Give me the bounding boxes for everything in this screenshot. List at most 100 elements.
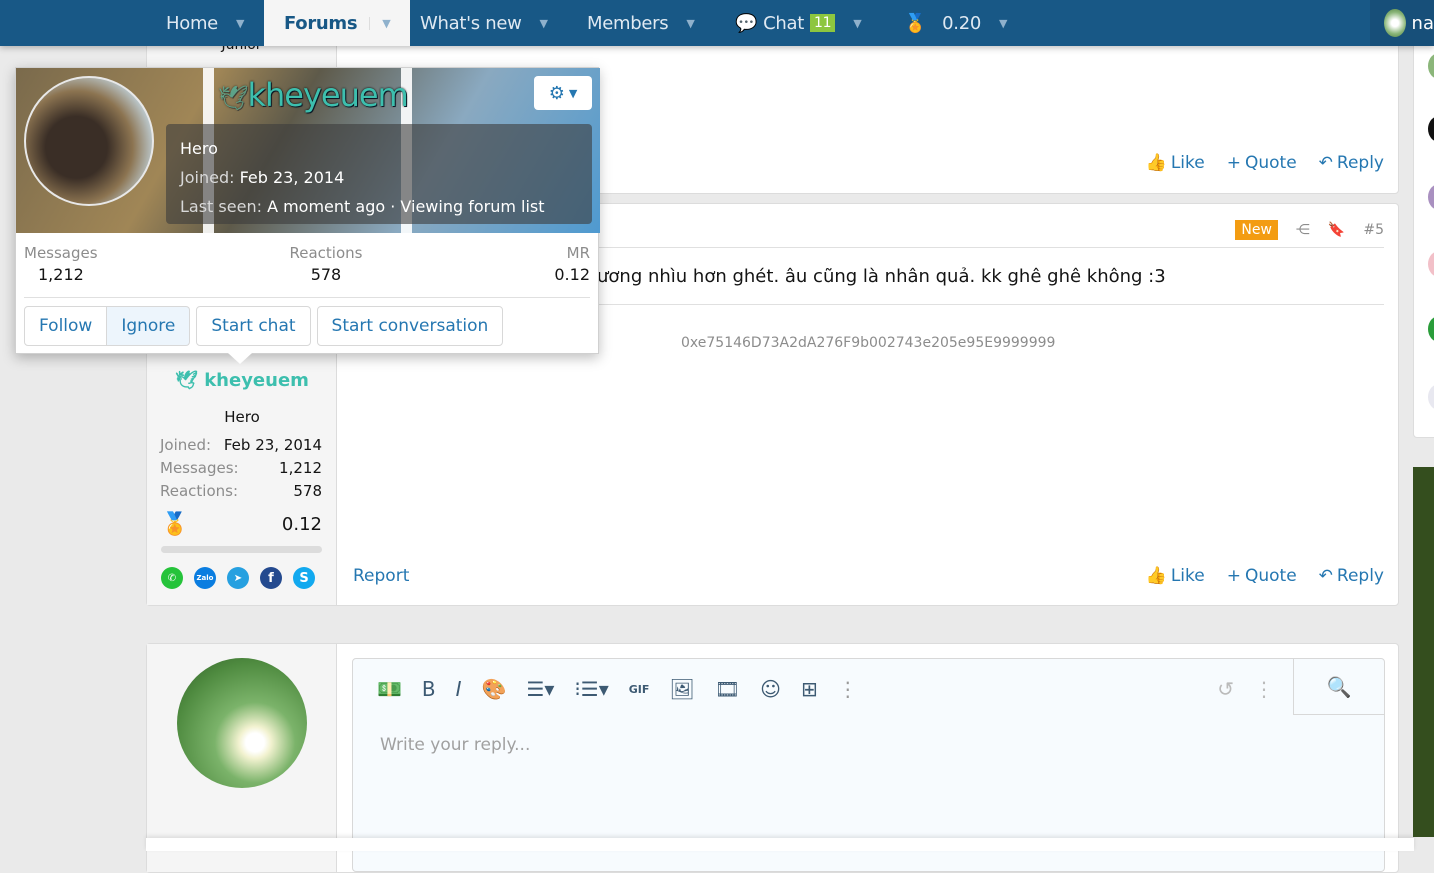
telegram-icon[interactable]: ➤ (227, 567, 249, 589)
nav-balance[interactable]: 🏅 0.20 ▼ (904, 0, 1007, 46)
chevron-down-icon[interactable]: ▼ (853, 17, 861, 30)
post-actions: 👍 Like + Quote ↶ Reply (1146, 153, 1384, 173)
nav-whats-new-label: What's new (420, 12, 522, 34)
gear-icon: ⚙ (548, 82, 565, 104)
chevron-down-icon[interactable]: ▼ (540, 17, 548, 30)
like-button[interactable]: 👍 Like (1146, 566, 1205, 586)
more-options-icon[interactable]: ⋮ (838, 677, 858, 701)
chevron-down-icon[interactable]: ▼ (369, 16, 391, 30)
like-label: Like (1170, 566, 1205, 586)
reactions-value: 578 (310, 265, 342, 284)
plus-icon: + (1226, 153, 1241, 173)
settings-menu-button[interactable]: ⚙ ▼ (534, 76, 592, 110)
mr-value: 0.12 (554, 265, 590, 284)
phone-icon[interactable]: ✆ (161, 567, 183, 589)
quote-button[interactable]: + Quote (1227, 566, 1297, 586)
chevron-down-icon[interactable]: ▼ (236, 17, 244, 30)
social-icons: ✆ Zalo ➤ f S (161, 567, 315, 589)
account-menu[interactable]: na (1370, 0, 1434, 46)
messages-label: Messages (24, 244, 98, 262)
sidebar-ad (1413, 467, 1434, 837)
last-seen-value: A moment ago · Viewing forum list (267, 197, 545, 216)
messages-value: 1,212 (38, 265, 84, 284)
reply-input[interactable]: Write your reply... (380, 735, 530, 755)
gif-icon[interactable]: GIF (629, 683, 650, 696)
money-medal-icon: 🏅 (904, 12, 927, 34)
reply-label: Reply (1336, 566, 1384, 586)
money-icon[interactable]: 💵 (377, 677, 402, 701)
avatar (1384, 9, 1406, 37)
list-icon[interactable]: ⁝☰▾ (574, 677, 608, 701)
quote-button[interactable]: + Quote (1227, 153, 1297, 173)
nav-members-label: Members (587, 12, 669, 34)
report-link[interactable]: Report (353, 566, 409, 586)
reply-button[interactable]: ↶ Reply (1319, 566, 1384, 586)
joined-label: Joined: (160, 436, 212, 454)
post-actions: 👍 Like + Quote ↶ Reply (1146, 566, 1384, 586)
reply-label: Reply (1336, 153, 1384, 173)
like-button[interactable]: 👍 Like (1146, 153, 1205, 173)
avatar (177, 658, 307, 788)
username-link[interactable]: 🕊 kheyeuem (147, 370, 337, 391)
signature: 0xe75146D73A2dA276F9b002743e205e95E99999… (681, 335, 1056, 351)
wings-icon: 🕊 (175, 370, 198, 391)
image-icon[interactable]: 🖼 (669, 677, 694, 701)
skype-icon[interactable]: S (293, 567, 315, 589)
smiley-icon[interactable]: ☺ (760, 677, 781, 701)
chevron-down-icon[interactable]: ▼ (999, 17, 1007, 30)
bold-icon[interactable]: B (422, 677, 436, 701)
follow-button[interactable]: Follow (24, 306, 108, 346)
wings-icon: 🕊 (218, 84, 248, 112)
chevron-down-icon[interactable]: ▼ (686, 17, 694, 30)
nav-forums-label: Forums (284, 12, 358, 34)
last-seen-label: Last seen: (180, 197, 262, 216)
share-icon[interactable]: ⋲ (1296, 222, 1310, 238)
start-conversation-button[interactable]: Start conversation (316, 306, 504, 346)
nav-chat[interactable]: 💬 Chat 11 ▼ (735, 0, 862, 46)
reactions-value: 578 (293, 482, 322, 500)
zalo-icon[interactable]: Zalo (194, 567, 216, 589)
reply-button[interactable]: ↶ Reply (1319, 153, 1384, 173)
money-medal-icon: 🏅 (161, 512, 189, 537)
align-icon[interactable]: ☰▾ (526, 677, 554, 701)
caret-down-icon: ▼ (568, 86, 578, 100)
mr-value: 0.12 (281, 514, 322, 535)
italic-icon[interactable]: I (456, 677, 462, 701)
reply-arrow-icon: ↶ (1318, 566, 1333, 586)
nav-forums[interactable]: Forums ▼ (264, 0, 411, 46)
mr-progress-bar (161, 546, 322, 553)
chat-count-badge: 11 (810, 14, 836, 32)
thumbs-up-icon: 👍 (1145, 153, 1167, 173)
nav-whats-new[interactable]: What's new ▼ (420, 0, 548, 46)
facebook-icon[interactable]: f (260, 567, 282, 589)
media-icon[interactable]: 🎞 (715, 677, 740, 701)
palette-icon[interactable]: 🎨 (482, 677, 507, 701)
nav-home-label: Home (166, 12, 218, 34)
user-title: Hero (224, 408, 260, 426)
user-title: Hero (180, 139, 218, 158)
popup-stats: Messages 1,212 Reactions 578 MR 0.12 (24, 244, 590, 284)
joined-value: Feb 23, 2014 (223, 436, 322, 454)
plus-icon: + (1226, 566, 1241, 586)
tooltip-arrow (228, 353, 252, 364)
preview-icon[interactable]: 🔍 (1293, 659, 1384, 715)
undo-icon[interactable]: ↺ (1217, 677, 1234, 701)
more-options-icon[interactable]: ⋮ (1254, 677, 1274, 701)
table-icon[interactable]: ⊞ (801, 677, 818, 701)
bookmark-icon[interactable]: 🔖 (1328, 222, 1345, 238)
popup-username[interactable]: 🕊kheyeuem (218, 76, 409, 114)
ignore-button[interactable]: Ignore (107, 306, 191, 346)
post-number[interactable]: #5 (1363, 222, 1384, 238)
new-badge: New (1235, 220, 1278, 240)
nav-home[interactable]: Home ▼ (166, 0, 244, 46)
top-navigation: Home ▼ Forums ▼ What's new ▼ Members ▼ 💬 Chat… (0, 0, 1434, 46)
username: kheyeuem (247, 76, 408, 114)
post-body: ương nhìu hơn ghét. âu cũng là nhân quả.… (597, 266, 1166, 287)
messages-value: 1,212 (279, 459, 322, 477)
username: kheyeuem (204, 370, 309, 391)
avatar[interactable] (24, 76, 154, 206)
quote-label: Quote (1244, 566, 1297, 586)
messages-label: Messages: (160, 459, 239, 477)
nav-members[interactable]: Members ▼ (587, 0, 695, 46)
start-chat-button[interactable]: Start chat (196, 306, 311, 346)
